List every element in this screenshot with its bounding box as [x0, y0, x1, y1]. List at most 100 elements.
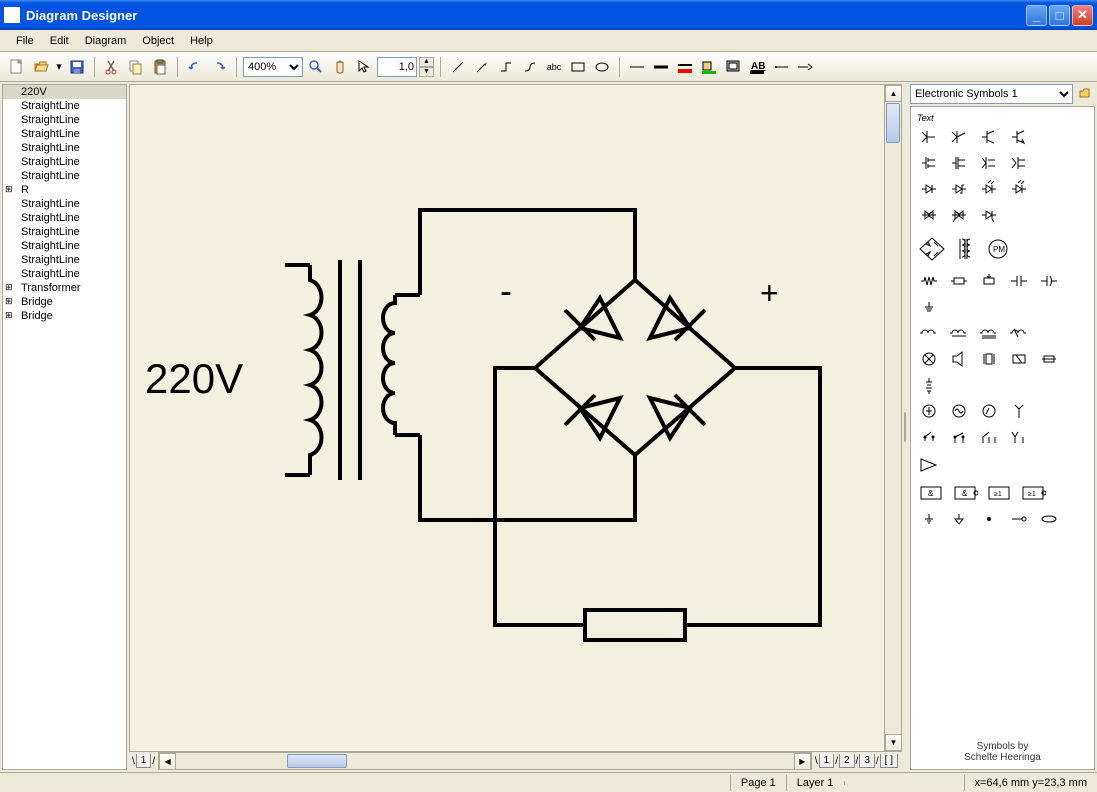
cut-icon[interactable]: [101, 56, 123, 78]
tree-item[interactable]: Bridge: [3, 295, 126, 309]
scroll-down-icon[interactable]: ▼: [885, 734, 902, 751]
pagetab-3[interactable]: 3: [859, 754, 875, 768]
zoom-icon[interactable]: [305, 56, 327, 78]
redo-icon[interactable]: [208, 56, 230, 78]
sym-switch4[interactable]: [1007, 427, 1031, 447]
scroll-right-icon[interactable]: ▶: [794, 753, 811, 770]
connector1-icon[interactable]: [495, 56, 517, 78]
sym-node[interactable]: [977, 509, 1001, 529]
line-thick-icon[interactable]: [650, 56, 672, 78]
sym-fet2[interactable]: [947, 153, 971, 173]
tree-item[interactable]: Transformer: [3, 281, 126, 295]
sym-resistor2[interactable]: [947, 271, 971, 291]
sym-gate-nor[interactable]: ≥1: [1019, 483, 1047, 503]
sym-fet1[interactable]: [917, 153, 941, 173]
pagetab-add[interactable]: [ ]: [880, 754, 898, 768]
sym-transistor4[interactable]: [1007, 127, 1031, 147]
sym-fet3[interactable]: [977, 153, 1001, 173]
sym-cap2[interactable]: [1037, 271, 1061, 291]
sym-gnd2[interactable]: [947, 509, 971, 529]
sym-inductor3[interactable]: [977, 323, 1001, 343]
arrow-end-icon[interactable]: [794, 56, 816, 78]
open-file-icon[interactable]: [30, 56, 52, 78]
tree-item[interactable]: StraightLine: [3, 113, 126, 127]
tree-item[interactable]: StraightLine: [3, 211, 126, 225]
tree-item[interactable]: StraightLine: [3, 225, 126, 239]
rect-tool-icon[interactable]: [567, 56, 589, 78]
menu-object[interactable]: Object: [134, 33, 182, 49]
tree-item[interactable]: StraightLine: [3, 267, 126, 281]
sym-gnd1[interactable]: [917, 509, 941, 529]
palette-select[interactable]: Electronic Symbols 1: [910, 84, 1073, 104]
sym-motor[interactable]: PM: [985, 235, 1011, 263]
sym-source2[interactable]: [947, 401, 971, 421]
sym-antenna[interactable]: [1007, 401, 1031, 421]
open-dropdown-icon[interactable]: ▾: [54, 56, 64, 78]
sym-pot1[interactable]: [977, 271, 1001, 291]
tree-item[interactable]: StraightLine: [3, 127, 126, 141]
sym-scr[interactable]: [977, 205, 1001, 225]
paste-icon[interactable]: [149, 56, 171, 78]
sym-photodiode[interactable]: [1007, 179, 1031, 199]
pointer-icon[interactable]: [353, 56, 375, 78]
sym-lamp[interactable]: [917, 349, 941, 369]
connector2-icon[interactable]: [519, 56, 541, 78]
ellipse-tool-icon[interactable]: [591, 56, 613, 78]
line-thin-icon[interactable]: [626, 56, 648, 78]
pagetab-prev2[interactable]: \: [815, 756, 818, 767]
zoom-select[interactable]: 400%: [243, 57, 303, 77]
new-file-icon[interactable]: [6, 56, 28, 78]
menu-help[interactable]: Help: [182, 33, 221, 49]
tree-item[interactable]: StraightLine: [3, 99, 126, 113]
sym-gate-and[interactable]: &: [917, 483, 945, 503]
palette-text-label[interactable]: Text: [917, 113, 1088, 123]
sym-transistor1[interactable]: [917, 127, 941, 147]
tree-item[interactable]: StraightLine: [3, 141, 126, 155]
sym-meter[interactable]: [977, 401, 1001, 421]
fill-color-icon[interactable]: [698, 56, 720, 78]
arrow-tool-icon[interactable]: [471, 56, 493, 78]
sym-opamp[interactable]: [917, 455, 941, 475]
sym-battery[interactable]: [917, 375, 941, 395]
arrow-start-icon[interactable]: [770, 56, 792, 78]
sym-crystal[interactable]: [977, 349, 1001, 369]
menu-file[interactable]: File: [8, 33, 42, 49]
text-tool-icon[interactable]: abc: [543, 56, 565, 78]
diagram-canvas[interactable]: 220V - +: [130, 85, 884, 751]
scroll-left-icon[interactable]: ◀: [159, 753, 176, 770]
sym-inductor4[interactable]: [1007, 323, 1031, 343]
sym-fuse[interactable]: [1037, 349, 1061, 369]
sym-relay[interactable]: [1007, 349, 1031, 369]
sym-fet4[interactable]: [1007, 153, 1031, 173]
sym-inductor1[interactable]: [917, 323, 941, 343]
sym-gate-or[interactable]: &: [951, 483, 979, 503]
text-color-icon[interactable]: AB: [746, 56, 768, 78]
line-tool-icon[interactable]: [447, 56, 469, 78]
tree-item[interactable]: StraightLine: [3, 197, 126, 211]
pagetab-prev[interactable]: \: [132, 756, 135, 767]
sym-speaker[interactable]: [947, 349, 971, 369]
palette-grid[interactable]: Text: [910, 106, 1095, 770]
linewidth-input[interactable]: [377, 57, 417, 77]
tree-item[interactable]: StraightLine: [3, 239, 126, 253]
sym-diac[interactable]: [917, 205, 941, 225]
close-button[interactable]: ✕: [1072, 5, 1093, 26]
palette-browse-icon[interactable]: [1075, 84, 1095, 104]
maximize-button[interactable]: □: [1049, 5, 1070, 26]
sym-gate-nand[interactable]: ≥1: [985, 483, 1013, 503]
object-tree[interactable]: 220VStraightLineStraightLineStraightLine…: [2, 84, 127, 770]
sym-switch3[interactable]: [977, 427, 1001, 447]
tree-item[interactable]: StraightLine: [3, 169, 126, 183]
sym-diode2[interactable]: [947, 179, 971, 199]
sym-cap1[interactable]: [1007, 271, 1031, 291]
sym-inductor2[interactable]: [947, 323, 971, 343]
tree-item[interactable]: StraightLine: [3, 155, 126, 169]
bg-color-icon[interactable]: [722, 56, 744, 78]
vertical-scrollbar[interactable]: ▲ ▼: [884, 85, 901, 751]
pan-hand-icon[interactable]: [329, 56, 351, 78]
sym-led[interactable]: [977, 179, 1001, 199]
splitter-right[interactable]: [902, 82, 908, 772]
sym-source1[interactable]: [917, 401, 941, 421]
tree-item[interactable]: 220V: [3, 85, 126, 99]
save-icon[interactable]: [66, 56, 88, 78]
